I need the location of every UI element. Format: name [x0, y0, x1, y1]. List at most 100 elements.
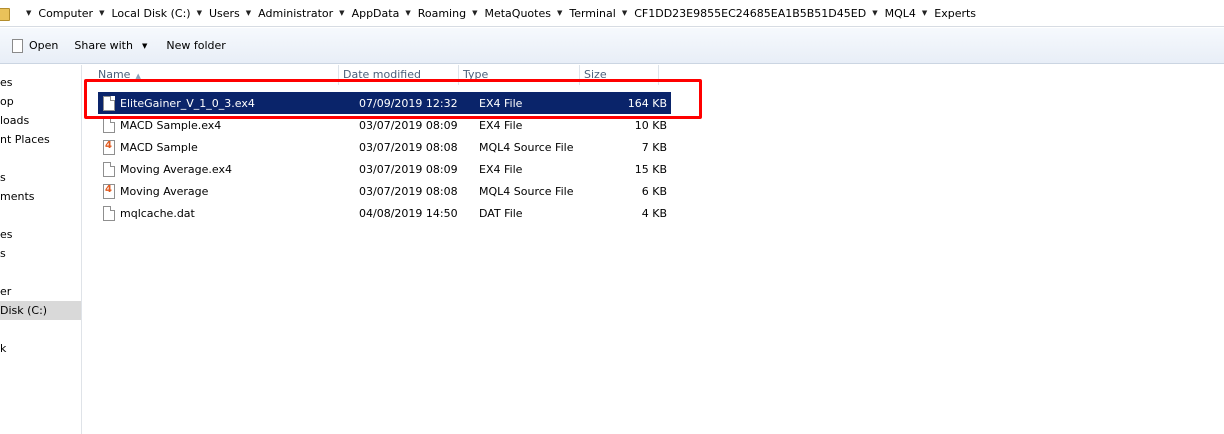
file-size: 15 KB: [634, 162, 667, 176]
nav-item-libraries[interactable]: s: [0, 168, 81, 187]
nav-item-desktop[interactable]: op: [0, 92, 81, 111]
file-name: EliteGainer_V_1_0_3.ex4: [120, 96, 255, 110]
file-date: 07/09/2019 12:32: [359, 96, 458, 110]
breadcrumb-appdata[interactable]: ▼ AppData: [333, 7, 399, 20]
column-header-name[interactable]: Name ▲: [83, 65, 339, 85]
navigation-pane[interactable]: es op loads nt Places s ments es s er Di…: [0, 65, 82, 434]
breadcrumb-label[interactable]: Computer: [38, 7, 93, 20]
file-size: 164 KB: [627, 96, 667, 110]
breadcrumb-label[interactable]: Roaming: [418, 7, 466, 20]
file-list[interactable]: Name ▲ Date modified Type Size EliteGaine…: [83, 65, 1224, 434]
column-header-label: Size: [584, 68, 607, 81]
breadcrumb-metaquotes[interactable]: ▼ MetaQuotes: [466, 7, 551, 20]
chevron-right-icon[interactable]: ▼: [557, 9, 562, 17]
file-type: EX4 File: [479, 118, 523, 132]
breadcrumb-label[interactable]: AppData: [352, 7, 400, 20]
file-row[interactable]: EliteGainer_V_1_0_3.ex4 07/09/2019 12:32…: [98, 92, 671, 114]
nav-item-downloads[interactable]: loads: [0, 111, 81, 130]
file-date: 03/07/2019 08:09: [359, 162, 458, 176]
blank-file-icon: [103, 205, 115, 221]
folder-icon: [0, 7, 14, 21]
column-header-size[interactable]: Size: [580, 65, 659, 85]
column-header-label: Name: [98, 68, 131, 81]
breadcrumb-roaming[interactable]: ▼ Roaming: [399, 7, 466, 20]
chevron-right-icon[interactable]: ▼: [339, 9, 344, 17]
file-name-cell: Moving Average.ex4: [98, 161, 356, 177]
breadcrumb-users[interactable]: ▼ Users: [191, 7, 240, 20]
file-date: 03/07/2019 08:08: [359, 184, 458, 198]
chevron-down-icon: ▼: [141, 41, 148, 50]
file-row[interactable]: Moving Average 03/07/2019 08:08 MQL4 Sou…: [98, 180, 671, 202]
new-folder-label: New folder: [166, 39, 226, 52]
blank-file-icon: [103, 117, 115, 133]
column-header-type[interactable]: Type: [459, 65, 580, 85]
nav-item-local-disk[interactable]: Disk (C:): [0, 301, 81, 320]
column-header-date[interactable]: Date modified: [339, 65, 459, 85]
address-bar[interactable]: ▼ Computer ▼ Local Disk (C:) ▼ Users ▼ Admin…: [0, 0, 1224, 27]
file-row[interactable]: Moving Average.ex4 03/07/2019 08:09 EX4 …: [98, 158, 671, 180]
chevron-right-icon[interactable]: ▼: [872, 9, 877, 17]
chevron-right-icon[interactable]: ▼: [405, 9, 410, 17]
breadcrumb-mql4[interactable]: ▼ MQL4: [866, 7, 916, 20]
file-name-cell: mqlcache.dat: [98, 205, 356, 221]
chevron-right-icon[interactable]: ▼: [26, 9, 31, 17]
column-header-row: Name ▲ Date modified Type Size: [83, 65, 659, 85]
chevron-right-icon[interactable]: ▼: [99, 9, 104, 17]
breadcrumb-label[interactable]: MQL4: [885, 7, 916, 20]
nav-item-computer[interactable]: er: [0, 282, 81, 301]
nav-item-documents[interactable]: ments: [0, 187, 81, 206]
file-name-cell: Moving Average: [98, 183, 356, 199]
breadcrumb-label[interactable]: MetaQuotes: [484, 7, 550, 20]
document-icon: [12, 38, 23, 53]
breadcrumb-administrator[interactable]: ▼ Administrator: [240, 7, 333, 20]
share-with-button[interactable]: Share with ▼: [74, 39, 147, 52]
mql4-file-icon: [103, 139, 115, 155]
chevron-right-icon[interactable]: ▼: [197, 9, 202, 17]
file-size: 4 KB: [641, 206, 667, 220]
nav-item-network[interactable]: k: [0, 339, 81, 358]
chevron-right-icon[interactable]: ▼: [472, 9, 477, 17]
open-button[interactable]: Open: [12, 38, 58, 53]
breadcrumb-terminal[interactable]: ▼ Terminal: [551, 7, 616, 20]
sort-up-icon: ▲: [135, 72, 141, 80]
file-row[interactable]: mqlcache.dat 04/08/2019 14:50 DAT File 4…: [98, 202, 671, 224]
nav-item-videos[interactable]: s: [0, 244, 81, 263]
blank-file-icon: [103, 161, 115, 177]
breadcrumb-label[interactable]: Local Disk (C:): [111, 7, 190, 20]
breadcrumb-label[interactable]: Users: [209, 7, 240, 20]
command-toolbar: Open Share with ▼ New folder: [0, 28, 1224, 64]
file-name-cell: MACD Sample.ex4: [98, 117, 356, 133]
file-name: Moving Average.ex4: [120, 162, 232, 176]
file-type: MQL4 Source File: [479, 184, 574, 198]
chevron-right-icon[interactable]: ▼: [246, 9, 251, 17]
nav-item-recent-places[interactable]: nt Places: [0, 130, 81, 149]
mql4-file-icon: [103, 183, 115, 199]
file-size: 6 KB: [641, 184, 667, 198]
breadcrumb-experts[interactable]: ▼ Experts: [916, 7, 976, 20]
file-date: 03/07/2019 08:09: [359, 118, 458, 132]
file-name: MACD Sample: [120, 140, 198, 154]
breadcrumb-label[interactable]: CF1DD23E9855EC24685EA1B5B51D45ED: [634, 7, 866, 20]
column-header-label: Date modified: [343, 68, 421, 81]
file-type: MQL4 Source File: [479, 140, 574, 154]
file-date: 03/07/2019 08:08: [359, 140, 458, 154]
chevron-right-icon[interactable]: ▼: [622, 9, 627, 17]
blank-file-icon: [103, 95, 115, 111]
breadcrumb-label[interactable]: Administrator: [258, 7, 333, 20]
file-name-cell: EliteGainer_V_1_0_3.ex4: [98, 95, 356, 111]
breadcrumb-label[interactable]: Experts: [934, 7, 976, 20]
breadcrumb-computer[interactable]: ▼ Computer: [20, 7, 93, 20]
nav-item-favorites[interactable]: es: [0, 73, 81, 92]
breadcrumb-label[interactable]: Terminal: [569, 7, 616, 20]
chevron-right-icon[interactable]: ▼: [922, 9, 927, 17]
file-type: EX4 File: [479, 96, 523, 110]
file-size: 10 KB: [634, 118, 667, 132]
file-row[interactable]: MACD Sample 03/07/2019 08:08 MQL4 Source…: [98, 136, 671, 158]
nav-item-pictures[interactable]: es: [0, 225, 81, 244]
file-size: 7 KB: [641, 140, 667, 154]
breadcrumb-terminal-id[interactable]: ▼ CF1DD23E9855EC24685EA1B5B51D45ED: [616, 7, 866, 20]
breadcrumb-local-disk[interactable]: ▼ Local Disk (C:): [93, 7, 191, 20]
new-folder-button[interactable]: New folder: [166, 39, 225, 52]
share-with-label: Share with: [74, 39, 133, 52]
file-row[interactable]: MACD Sample.ex4 03/07/2019 08:09 EX4 Fil…: [98, 114, 671, 136]
